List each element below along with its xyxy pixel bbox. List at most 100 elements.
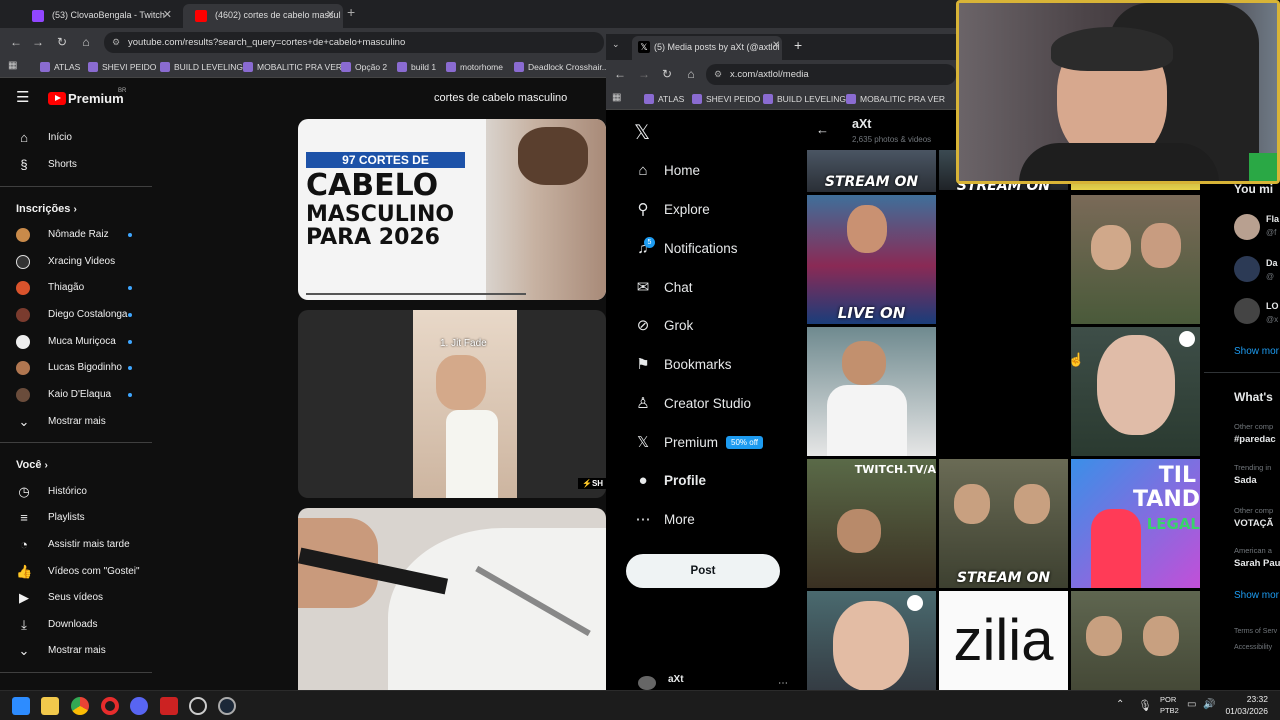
media-item[interactable] — [939, 195, 1068, 324]
nav-profile[interactable]: ● Profile — [634, 466, 706, 496]
media-item[interactable] — [1071, 327, 1200, 456]
avatar[interactable] — [1234, 256, 1260, 282]
discord-icon[interactable] — [130, 697, 148, 715]
chrome-icon[interactable] — [71, 697, 89, 715]
bookmark-item[interactable]: MOBALITIC PRA VER — [846, 92, 945, 106]
nav-notifications[interactable]: ♫ 5 Notifications — [634, 234, 738, 264]
sidebar-sub-item[interactable]: Thiagão — [0, 275, 150, 301]
volume-icon[interactable]: 🔊 — [1203, 699, 1215, 710]
show-more-button[interactable]: ⌄ Mostrar mais — [0, 638, 150, 664]
nav-home[interactable]: ⌂ Home — [634, 156, 700, 186]
suggested-user-name[interactable]: Fla — [1266, 214, 1279, 224]
home-icon[interactable]: ⌂ — [683, 66, 699, 82]
url-field[interactable]: ⚙ youtube.com/results?search_query=corte… — [104, 32, 604, 53]
bookmark-item[interactable]: build 1 — [397, 60, 436, 74]
sidebar-sub-item[interactable]: Muca Muriçoca — [0, 329, 150, 355]
bookmark-item[interactable]: ATLAS — [644, 92, 684, 106]
home-icon[interactable]: ⌂ — [78, 34, 94, 50]
back-icon[interactable]: ← — [8, 34, 24, 50]
short-thumbnail[interactable]: 1. Jit Fade ⚡SH — [298, 310, 606, 498]
media-item[interactable]: STREAM ON — [939, 459, 1068, 588]
steam-icon[interactable] — [218, 697, 236, 715]
media-item[interactable] — [807, 327, 936, 456]
bookmark-item[interactable]: SHEVI PEIDO — [88, 60, 156, 74]
bookmark-item[interactable]: motorhome — [446, 60, 503, 74]
nav-creator-studio[interactable]: ♙ Creator Studio — [634, 389, 751, 419]
media-item[interactable] — [1071, 591, 1200, 690]
show-more-link[interactable]: Show mor — [1234, 346, 1279, 357]
clock-date[interactable]: 01/03/2026 — [1220, 706, 1268, 716]
nav-chat[interactable]: ✉ Chat — [634, 273, 693, 303]
youtube-logo-icon[interactable] — [48, 92, 66, 105]
terms-link[interactable]: Terms of Serv — [1234, 628, 1277, 635]
search-input[interactable]: cortes de cabelo masculino — [434, 92, 567, 104]
sidebar-item-your-videos[interactable]: ▶ Seus vídeos — [0, 585, 150, 611]
trend-name[interactable]: Sada — [1234, 475, 1257, 486]
new-tab-icon[interactable]: + — [347, 4, 355, 20]
sidebar-item-liked[interactable]: 👍 Vídeos com "Gostei" — [0, 559, 150, 585]
sidebar-item-downloads[interactable]: ⤓ Downloads — [0, 612, 150, 638]
bookmark-item[interactable]: ATLAS — [40, 60, 80, 74]
opera-icon[interactable] — [101, 697, 119, 715]
close-icon[interactable]: ✕ — [163, 4, 172, 26]
network-icon[interactable]: ▭ — [1187, 699, 1196, 710]
video-thumbnail[interactable] — [298, 508, 606, 690]
avatar[interactable] — [1234, 298, 1260, 324]
bookmark-item[interactable]: BUILD LEVELING — [160, 60, 243, 74]
bookmark-item[interactable]: MOBALITIC PRA VER — [243, 60, 342, 74]
tab-search-icon[interactable]: ⌄ — [612, 39, 620, 50]
bookmark-item[interactable]: Opção 2 — [341, 60, 387, 74]
back-icon[interactable]: ← — [612, 66, 628, 82]
trend-name[interactable]: VOTAÇÃ — [1234, 518, 1273, 529]
avatar[interactable] — [638, 676, 656, 690]
tab-twitch[interactable]: (53) ClovaoBengala - Twitch ✕ — [20, 4, 180, 28]
apps-icon[interactable]: ▦ — [612, 92, 621, 103]
nav-premium[interactable]: 𝕏 Premium 50% off — [634, 428, 763, 458]
keyboard-layout-indicator[interactable]: PTB2 — [1160, 706, 1179, 715]
account-name[interactable]: aXt — [668, 674, 684, 685]
trend-name[interactable]: Sarah Pau — [1234, 558, 1280, 569]
menu-icon[interactable]: ☰ — [16, 90, 29, 106]
media-item[interactable] — [807, 591, 936, 690]
media-item[interactable] — [939, 327, 1068, 456]
x-logo-icon[interactable]: 𝕏 — [634, 120, 650, 145]
nav-grok[interactable]: ⊘ Grok — [634, 311, 694, 341]
chevron-up-icon[interactable]: ⌃ — [1116, 699, 1124, 710]
show-more-button[interactable]: ⌄ Mostrar mais — [0, 409, 150, 435]
sidebar-sub-item[interactable]: Lucas Bigodinho — [0, 355, 150, 381]
sidebar-sub-item[interactable]: Diego Costalonga — [0, 302, 150, 328]
media-item[interactable]: STREAM ON — [807, 150, 936, 192]
media-item[interactable]: zilia — [939, 591, 1068, 690]
file-explorer-icon[interactable] — [41, 697, 59, 715]
bookmark-item[interactable]: Deadlock Crosshair... — [514, 60, 609, 74]
sidebar-item-watch-later[interactable]: ◔ Assistir mais tarde — [0, 532, 150, 558]
obs-icon[interactable] — [189, 697, 207, 715]
suggested-user-name[interactable]: LO — [1266, 301, 1279, 311]
bookmark-item[interactable]: BUILD LEVELING — [763, 92, 846, 106]
media-item[interactable]: TWITCH.TV/A — [807, 459, 936, 588]
reload-icon[interactable]: ↻ — [54, 34, 70, 50]
trend-name[interactable]: #paredac — [1234, 434, 1276, 445]
accessibility-link[interactable]: Accessibility — [1234, 644, 1272, 651]
sidebar-sub-item[interactable]: Kaio D'Elaqua — [0, 382, 150, 408]
avatar[interactable] — [1234, 214, 1260, 240]
reload-icon[interactable]: ↻ — [659, 66, 675, 82]
suggested-user-name[interactable]: Da — [1266, 258, 1278, 268]
apps-icon[interactable]: ▦ — [8, 60, 17, 71]
url-field[interactable]: ⚙ x.com/axtlol/media — [706, 64, 956, 85]
media-item[interactable]: LIVE ON — [807, 195, 936, 324]
nav-bookmarks[interactable]: ⚑ Bookmarks — [634, 350, 731, 380]
close-icon[interactable]: ✕ — [772, 40, 780, 51]
new-tab-icon[interactable]: + — [794, 37, 802, 53]
video-thumbnail[interactable]: 97 CORTES DE CABELO MASCULINO PARA 2026 — [298, 119, 606, 300]
media-item[interactable]: TIL TAND LEGAL — [1071, 459, 1200, 588]
bookmark-item[interactable]: SHEVI PEIDO — [692, 92, 760, 106]
tab-x-media[interactable]: 𝕏 (5) Media posts by aXt (@axtlol — [632, 36, 782, 60]
site-info-icon[interactable]: ⚙ — [714, 64, 722, 85]
site-info-icon[interactable]: ⚙ — [112, 32, 120, 53]
forward-icon[interactable]: → — [636, 66, 652, 82]
more-icon[interactable]: ⋯ — [778, 678, 788, 689]
app-icon[interactable] — [160, 697, 178, 715]
sidebar-item-shorts[interactable]: § Shorts — [0, 152, 150, 178]
subscriptions-heading[interactable]: Inscrições › — [16, 203, 77, 215]
